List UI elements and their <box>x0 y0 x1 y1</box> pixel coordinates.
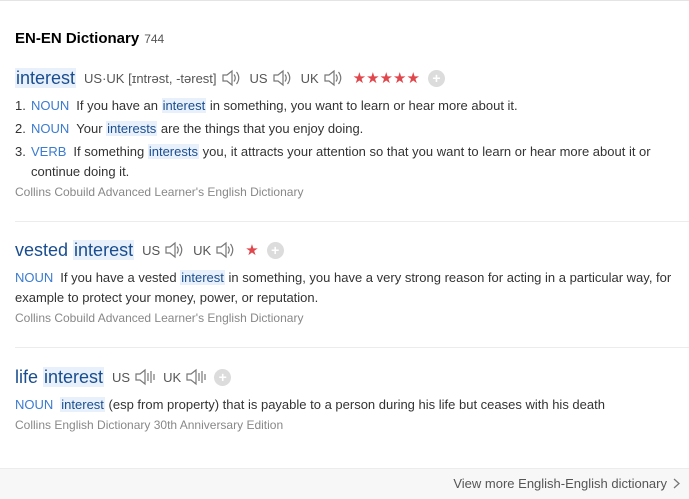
uk-label: UK <box>193 242 212 258</box>
entry-head: interest US·UK [ɪntrəst, -tərest] US UK … <box>15 67 687 89</box>
headword[interactable]: vested interest <box>15 239 135 261</box>
definition-text: are the things that you enjoy doing. <box>157 121 364 136</box>
plus-circle-icon[interactable]: + <box>266 241 284 259</box>
dictionary-entry-life-interest: life interest US UK + NOUN interest (esp … <box>15 366 687 432</box>
headword-prefix: vested <box>15 239 74 260</box>
uk-label: UK <box>163 369 182 385</box>
speaker-icon[interactable] <box>271 68 293 88</box>
dictionary-source: Collins Cobuild Advanced Learner's Engli… <box>15 311 304 325</box>
sense-row: 2. NOUN Your interests are the things tha… <box>15 119 687 139</box>
headword[interactable]: interest <box>15 67 77 89</box>
definition-text: If you have an <box>76 98 162 113</box>
panel-header: EN-EN Dictionary 744 <box>15 30 164 47</box>
definition-text: If you have a vested <box>60 270 181 285</box>
view-more-link[interactable]: View more English-English dictionary <box>453 476 680 491</box>
headword-highlight: interest <box>73 239 135 260</box>
dictionary-source: Collins Cobuild Advanced Learner's Engli… <box>15 185 304 199</box>
sense-row: 1. NOUN If you have an interest in someth… <box>15 96 687 116</box>
speaker-icon[interactable] <box>220 68 242 88</box>
entry-divider <box>15 221 689 222</box>
speaker-wave-icon[interactable] <box>184 367 206 387</box>
sense-row: NOUN If you have a vested interest in som… <box>15 268 687 308</box>
definition-highlight: interests <box>106 121 158 136</box>
headword-highlight: interest <box>43 366 105 387</box>
definition-text: Your <box>76 121 107 136</box>
headword[interactable]: life interest <box>15 366 105 388</box>
part-of-speech: NOUN <box>15 270 54 285</box>
dictionary-source: Collins English Dictionary 30th Annivers… <box>15 418 284 432</box>
entry-count: 744 <box>144 32 165 46</box>
pronunciation: US·UK [ɪntrəst, -tərest] <box>84 70 217 86</box>
speaker-icon[interactable] <box>214 240 236 260</box>
sense-row: NOUN interest (esp from property) that is… <box>15 395 687 415</box>
definition-text: If something <box>73 144 148 159</box>
sense-number: 2. <box>15 121 26 136</box>
definition-text: (esp from property) that is payable to a… <box>104 397 605 412</box>
us-label: US <box>249 70 268 86</box>
part-of-speech: NOUN <box>31 98 70 113</box>
entry-divider <box>15 347 689 348</box>
speaker-icon[interactable] <box>163 240 185 260</box>
view-more-label: View more English-English dictionary <box>453 476 667 491</box>
us-label: US <box>112 369 131 385</box>
frequency-stars: ★★★★★ <box>352 70 420 87</box>
speaker-wave-icon[interactable] <box>133 367 155 387</box>
sense-row: 3. VERB If something interests you, it at… <box>15 142 687 182</box>
headword-highlight: interest <box>15 67 77 88</box>
definition-highlight: interest <box>180 270 225 285</box>
uk-label: UK <box>300 70 319 86</box>
plus-circle-icon[interactable]: + <box>214 368 232 386</box>
definition-highlight: interest <box>60 397 105 412</box>
part-of-speech: VERB <box>31 144 67 159</box>
top-border <box>0 0 689 1</box>
definition-highlight: interest <box>161 98 207 113</box>
entry-head: life interest US UK + <box>15 366 687 388</box>
plus-circle-icon[interactable]: + <box>427 69 445 87</box>
entry-head: vested interest US UK ★ + <box>15 239 687 261</box>
us-label: US <box>142 242 161 258</box>
sense-number: 3. <box>15 144 26 159</box>
speaker-icon[interactable] <box>322 68 344 88</box>
sense-number: 1. <box>15 98 26 113</box>
dictionary-entry-interest: interest US·UK [ɪntrəst, -tərest] US UK … <box>15 67 687 199</box>
frequency-stars: ★ <box>245 242 259 259</box>
headword-prefix: life <box>15 366 44 387</box>
chevron-right-icon <box>673 478 680 489</box>
definition-highlight: interests <box>147 144 199 159</box>
part-of-speech: NOUN <box>31 121 70 136</box>
part-of-speech: NOUN <box>15 397 54 412</box>
panel-title: EN-EN Dictionary <box>15 30 140 47</box>
dictionary-entry-vested-interest: vested interest US UK ★ + NOUN If you hav… <box>15 239 687 325</box>
definition-text: in something, you want to learn or hear … <box>206 98 518 113</box>
